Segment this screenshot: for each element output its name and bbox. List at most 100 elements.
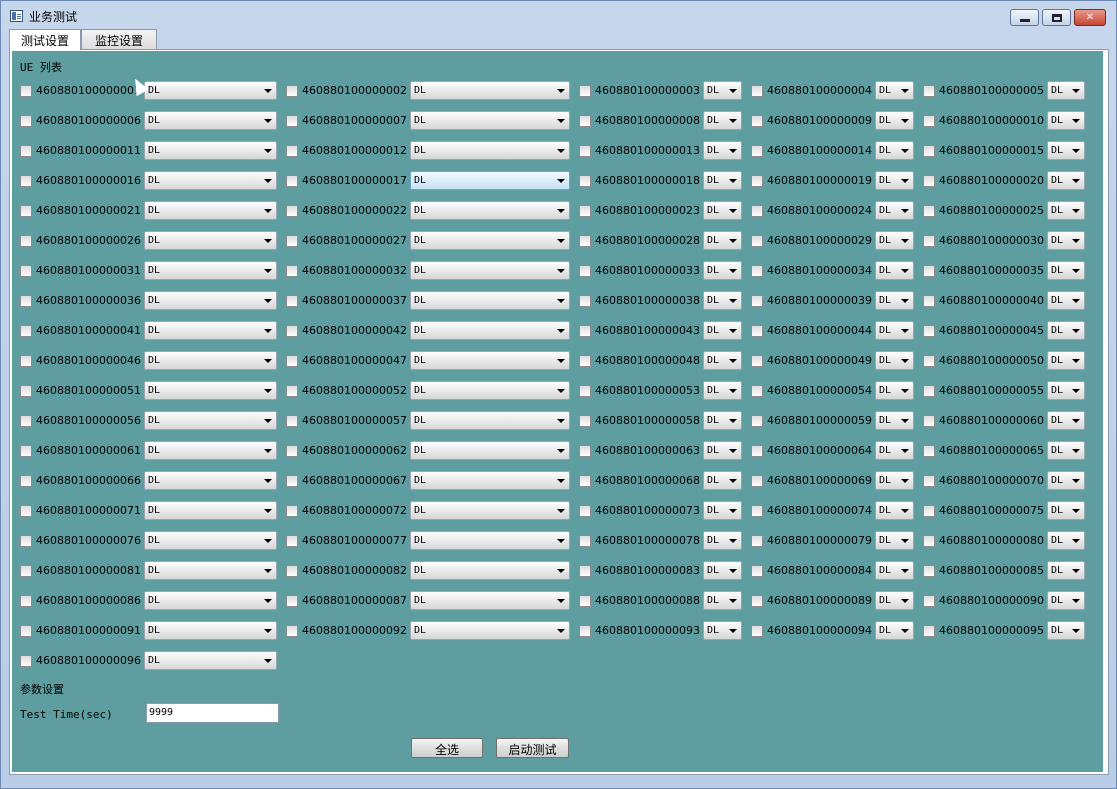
ue-checkbox[interactable] xyxy=(751,565,763,577)
minimize-button[interactable] xyxy=(1010,9,1039,26)
ue-checkbox[interactable] xyxy=(286,565,298,577)
ue-checkbox[interactable] xyxy=(286,145,298,157)
direction-combobox[interactable]: DL xyxy=(144,651,277,670)
ue-checkbox[interactable] xyxy=(20,295,32,307)
direction-combobox[interactable]: DL xyxy=(144,471,277,490)
direction-combobox[interactable]: DL xyxy=(144,411,277,430)
ue-checkbox[interactable] xyxy=(579,475,591,487)
ue-checkbox[interactable] xyxy=(751,115,763,127)
direction-combobox[interactable]: DL xyxy=(144,591,277,610)
direction-combobox[interactable]: DL xyxy=(410,291,570,310)
ue-checkbox[interactable] xyxy=(923,595,935,607)
direction-combobox[interactable]: DL xyxy=(410,231,570,250)
ue-checkbox[interactable] xyxy=(923,535,935,547)
direction-combobox[interactable]: DL xyxy=(1047,411,1085,430)
direction-combobox[interactable]: DL xyxy=(1047,111,1085,130)
ue-checkbox[interactable] xyxy=(579,295,591,307)
ue-checkbox[interactable] xyxy=(923,175,935,187)
direction-combobox[interactable]: DL xyxy=(410,531,570,550)
ue-checkbox[interactable] xyxy=(923,415,935,427)
direction-combobox[interactable]: DL xyxy=(703,621,742,640)
direction-combobox[interactable]: DL xyxy=(144,621,277,640)
ue-checkbox[interactable] xyxy=(751,475,763,487)
direction-combobox[interactable]: DL xyxy=(144,111,277,130)
direction-combobox[interactable]: DL xyxy=(875,171,914,190)
ue-checkbox[interactable] xyxy=(923,145,935,157)
ue-checkbox[interactable] xyxy=(579,445,591,457)
ue-checkbox[interactable] xyxy=(579,175,591,187)
ue-checkbox[interactable] xyxy=(286,265,298,277)
ue-checkbox[interactable] xyxy=(579,595,591,607)
ue-checkbox[interactable] xyxy=(20,475,32,487)
ue-checkbox[interactable] xyxy=(751,625,763,637)
direction-combobox[interactable]: DL xyxy=(875,531,914,550)
ue-checkbox[interactable] xyxy=(286,325,298,337)
direction-combobox[interactable]: DL xyxy=(875,141,914,160)
ue-checkbox[interactable] xyxy=(579,565,591,577)
direction-combobox[interactable]: DL xyxy=(144,81,277,100)
direction-combobox[interactable]: DL xyxy=(875,561,914,580)
ue-checkbox[interactable] xyxy=(579,355,591,367)
direction-combobox[interactable]: DL xyxy=(410,501,570,520)
direction-combobox[interactable]: DL xyxy=(1047,501,1085,520)
direction-combobox[interactable]: DL xyxy=(410,81,570,100)
direction-combobox[interactable]: DL xyxy=(875,501,914,520)
ue-checkbox[interactable] xyxy=(286,535,298,547)
ue-checkbox[interactable] xyxy=(923,385,935,397)
ue-checkbox[interactable] xyxy=(286,415,298,427)
ue-checkbox[interactable] xyxy=(579,385,591,397)
direction-combobox[interactable]: DL xyxy=(1047,471,1085,490)
direction-combobox[interactable]: DL xyxy=(1047,621,1085,640)
direction-combobox[interactable]: DL xyxy=(144,171,277,190)
direction-combobox[interactable]: DL xyxy=(875,321,914,340)
ue-checkbox[interactable] xyxy=(923,325,935,337)
direction-combobox[interactable]: DL xyxy=(144,231,277,250)
start-test-button[interactable]: 启动测试 xyxy=(496,738,569,758)
ue-checkbox[interactable] xyxy=(751,445,763,457)
direction-combobox[interactable]: DL xyxy=(703,81,742,100)
direction-combobox[interactable]: DL xyxy=(1047,171,1085,190)
ue-checkbox[interactable] xyxy=(286,355,298,367)
direction-combobox[interactable]: DL xyxy=(875,471,914,490)
direction-combobox[interactable]: DL xyxy=(410,171,570,190)
direction-combobox[interactable]: DL xyxy=(1047,231,1085,250)
test-time-input[interactable]: 9999 xyxy=(146,703,279,723)
ue-checkbox[interactable] xyxy=(923,505,935,517)
ue-checkbox[interactable] xyxy=(20,235,32,247)
ue-checkbox[interactable] xyxy=(579,265,591,277)
direction-combobox[interactable]: DL xyxy=(144,441,277,460)
ue-checkbox[interactable] xyxy=(579,235,591,247)
direction-combobox[interactable]: DL xyxy=(703,291,742,310)
direction-combobox[interactable]: DL xyxy=(703,141,742,160)
direction-combobox[interactable]: DL xyxy=(875,411,914,430)
ue-checkbox[interactable] xyxy=(579,145,591,157)
ue-checkbox[interactable] xyxy=(751,235,763,247)
direction-combobox[interactable]: DL xyxy=(875,291,914,310)
ue-checkbox[interactable] xyxy=(20,325,32,337)
ue-checkbox[interactable] xyxy=(923,295,935,307)
direction-combobox[interactable]: DL xyxy=(703,321,742,340)
direction-combobox[interactable]: DL xyxy=(144,381,277,400)
ue-checkbox[interactable] xyxy=(20,205,32,217)
direction-combobox[interactable]: DL xyxy=(410,441,570,460)
direction-combobox[interactable]: DL xyxy=(703,561,742,580)
ue-checkbox[interactable] xyxy=(579,625,591,637)
direction-combobox[interactable]: DL xyxy=(703,411,742,430)
direction-combobox[interactable]: DL xyxy=(410,111,570,130)
ue-checkbox[interactable] xyxy=(20,595,32,607)
ue-checkbox[interactable] xyxy=(751,85,763,97)
direction-combobox[interactable]: DL xyxy=(1047,291,1085,310)
direction-combobox[interactable]: DL xyxy=(703,531,742,550)
ue-checkbox[interactable] xyxy=(20,145,32,157)
direction-combobox[interactable]: DL xyxy=(703,351,742,370)
direction-combobox[interactable]: DL xyxy=(410,321,570,340)
close-button[interactable]: ✕ xyxy=(1074,9,1106,26)
direction-combobox[interactable]: DL xyxy=(703,591,742,610)
direction-combobox[interactable]: DL xyxy=(1047,561,1085,580)
ue-checkbox[interactable] xyxy=(751,175,763,187)
direction-combobox[interactable]: DL xyxy=(875,621,914,640)
ue-checkbox[interactable] xyxy=(923,565,935,577)
ue-checkbox[interactable] xyxy=(20,265,32,277)
ue-checkbox[interactable] xyxy=(923,445,935,457)
ue-checkbox[interactable] xyxy=(923,475,935,487)
